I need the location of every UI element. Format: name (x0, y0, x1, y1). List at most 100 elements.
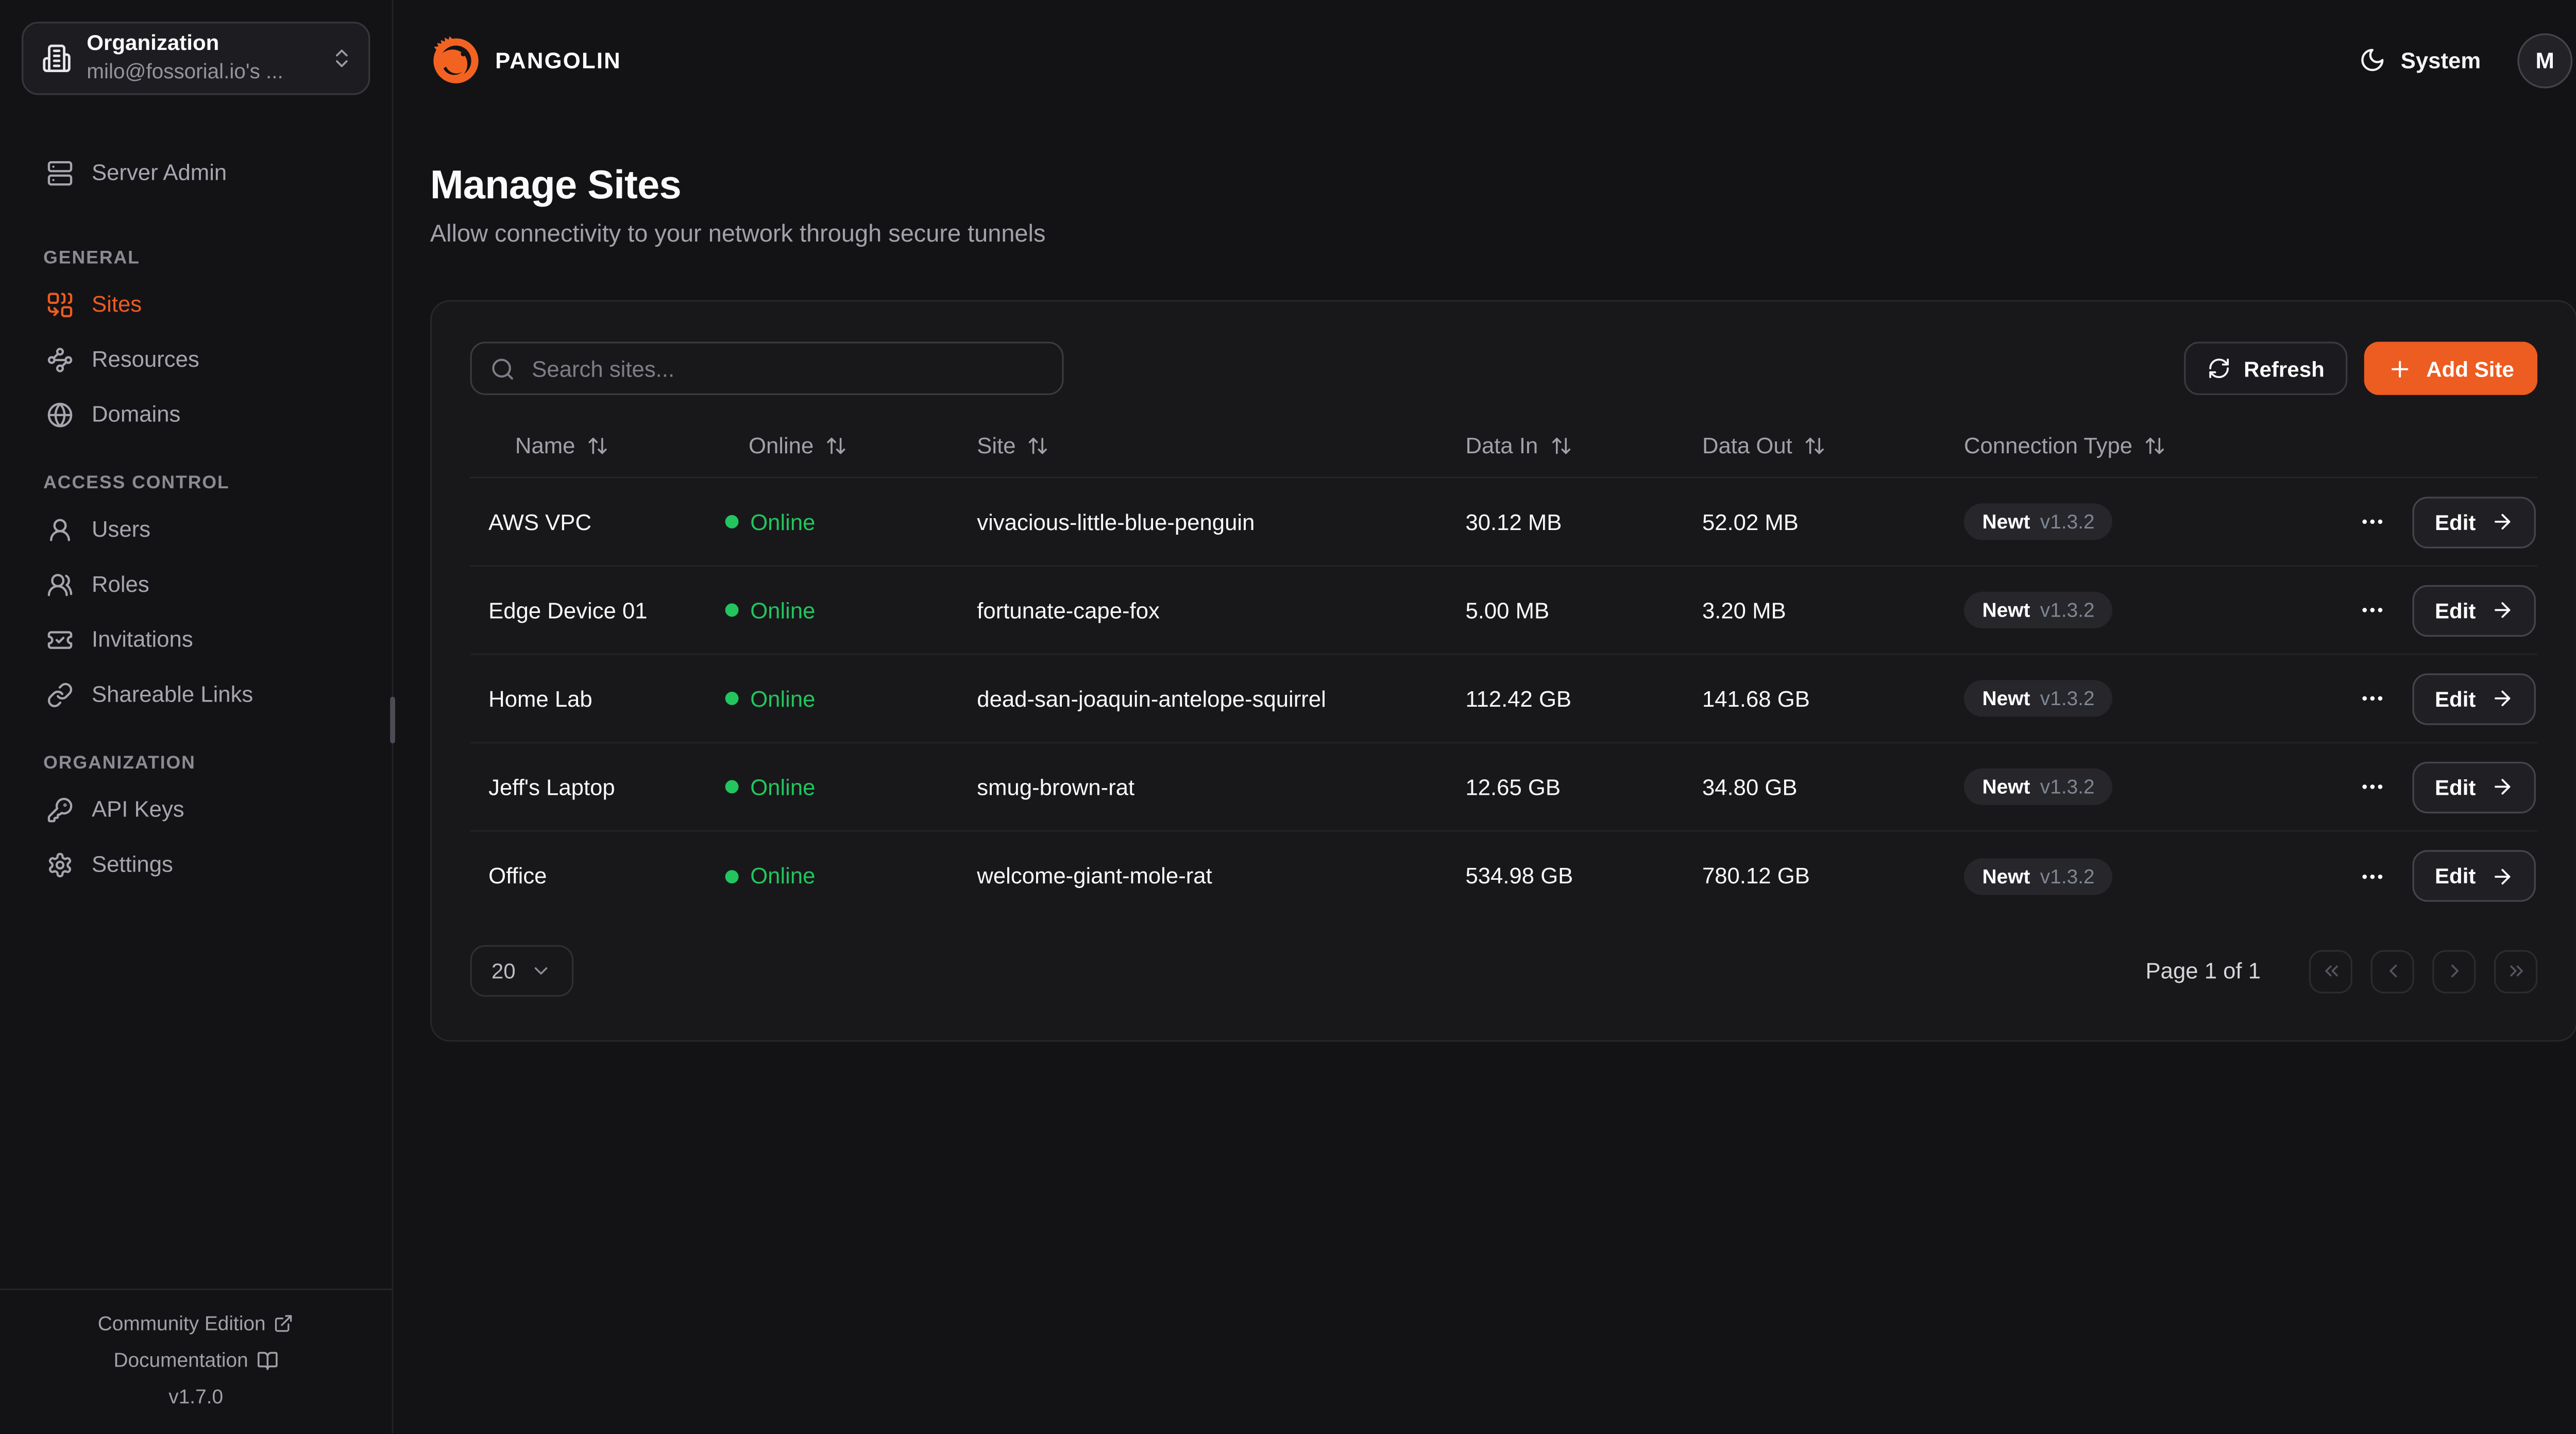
sidebar-item-api-keys[interactable]: API Keys (0, 790, 392, 828)
data-out-cell: 3.20 MB (1679, 598, 1941, 623)
page-size-select[interactable]: 20 (470, 945, 574, 997)
prev-page-button[interactable] (2371, 949, 2414, 993)
sidebar-item-settings[interactable]: Settings (0, 845, 392, 883)
chevrons-up-down-icon (330, 47, 353, 70)
sidebar-item-sites[interactable]: Sites (0, 285, 392, 323)
column-header-connection-type[interactable]: Connection Type (1941, 433, 2271, 458)
table-row: Jeff's LaptopOnlinesmug-brown-rat12.65 G… (470, 743, 2538, 832)
arrow-up-down-icon (1804, 434, 1825, 456)
column-header-site[interactable]: Site (954, 433, 1442, 458)
sidebar-item-roles[interactable]: Roles (0, 565, 392, 603)
edit-button[interactable]: Edit (2413, 761, 2536, 812)
external-link-icon (274, 1313, 294, 1334)
site-id-cell: dead-san-joaquin-antelope-squirrel (954, 686, 1442, 711)
avatar[interactable]: M (2517, 32, 2572, 88)
section-label-general: GENERAL (43, 248, 392, 268)
arrow-up-down-icon (825, 434, 847, 456)
row-menu-button[interactable] (2357, 859, 2390, 893)
table-row: OfficeOnlinewelcome-giant-mole-rat534.98… (470, 832, 2538, 920)
edit-button[interactable]: Edit (2413, 496, 2536, 548)
edit-button[interactable]: Edit (2413, 850, 2536, 901)
sidebar-item-resources[interactable]: Resources (0, 340, 392, 378)
sidebar: Organization milo@fossorial.io's ... Ser… (0, 0, 394, 1433)
connection-type-cell: Newtv1.3.2 (1941, 858, 2271, 894)
sidebar-item-users[interactable]: Users (0, 510, 392, 548)
data-in-cell: 534.98 GB (1442, 863, 1679, 889)
community-edition-link[interactable]: Community Edition (0, 1305, 392, 1342)
waypoints-icon (47, 346, 74, 372)
site-name-cell: Home Lab (470, 686, 725, 711)
row-menu-button[interactable] (2357, 682, 2390, 715)
online-status-dot (725, 603, 739, 617)
chevron-right-icon (2443, 960, 2465, 982)
add-site-button[interactable]: Add Site (2365, 342, 2538, 395)
sidebar-nav: Server Admin GENERAL Sites Resources Domain… (0, 117, 392, 900)
ellipsis-icon (2360, 596, 2386, 623)
online-status-cell: Online (725, 509, 954, 535)
search-input[interactable] (529, 354, 1044, 383)
data-in-cell: 12.65 GB (1442, 774, 1679, 799)
page-title: Manage Sites (430, 163, 2576, 210)
version-label: v1.7.0 (0, 1378, 392, 1415)
edit-button[interactable]: Edit (2413, 584, 2536, 636)
connection-type-cell: Newtv1.3.2 (1941, 769, 2271, 805)
pangolin-logo-icon (430, 34, 482, 86)
online-status-cell: Online (725, 774, 954, 799)
edit-button[interactable]: Edit (2413, 673, 2536, 724)
theme-toggle[interactable]: System (2359, 47, 2481, 74)
refresh-button[interactable]: Refresh (2184, 342, 2348, 395)
documentation-link[interactable]: Documentation (0, 1342, 392, 1378)
org-switcher-subtitle: milo@fossorial.io's ... (87, 59, 315, 86)
sidebar-item-server-admin[interactable]: Server Admin (0, 153, 392, 192)
column-header-name[interactable]: Name (470, 433, 725, 458)
ellipsis-icon (2360, 685, 2386, 712)
row-menu-button[interactable] (2357, 593, 2390, 627)
last-page-button[interactable] (2494, 949, 2537, 993)
column-header-data-out[interactable]: Data Out (1679, 433, 1941, 458)
section-label-organization: ORGANIZATION (43, 754, 392, 774)
column-header-online[interactable]: Online (725, 433, 954, 458)
connection-type-badge: Newtv1.3.2 (1964, 503, 2113, 540)
link-icon (47, 681, 74, 708)
sidebar-item-label: Server Admin (92, 160, 227, 185)
sidebar-item-shareable-links[interactable]: Shareable Links (0, 675, 392, 713)
data-out-cell: 52.02 MB (1679, 509, 1941, 535)
settings-icon (47, 851, 74, 878)
table-row: Home LabOnlinedead-san-joaquin-antelope-… (470, 655, 2538, 744)
main-area: PANGOLIN System M Manage Sites Allow con… (394, 0, 2576, 1433)
connection-type-badge: Newtv1.3.2 (1964, 680, 2113, 716)
page-indicator: Page 1 of 1 (2146, 959, 2261, 984)
sidebar-item-invitations[interactable]: Invitations (0, 620, 392, 658)
sidebar-footer: Community Edition Documentation v1.7.0 (0, 1288, 392, 1433)
online-status-dot (725, 515, 739, 528)
sidebar-item-domains[interactable]: Domains (0, 395, 392, 433)
connection-type-badge: Newtv1.3.2 (1964, 858, 2113, 894)
site-name-cell: Jeff's Laptop (470, 774, 725, 799)
arrow-right-icon (2491, 687, 2514, 710)
section-label-access-control: ACCESS CONTROL (43, 473, 392, 493)
chevron-down-icon (531, 960, 552, 982)
site-id-cell: smug-brown-rat (954, 774, 1442, 799)
sidebar-resize-handle[interactable] (390, 697, 395, 744)
arrow-up-down-icon (1027, 434, 1049, 456)
ellipsis-icon (2360, 863, 2386, 890)
next-page-button[interactable] (2432, 949, 2476, 993)
site-id-cell: fortunate-cape-fox (954, 598, 1442, 623)
column-header-data-in[interactable]: Data In (1442, 433, 1679, 458)
connection-type-cell: Newtv1.3.2 (1941, 592, 2271, 628)
chevrons-left-icon (2320, 960, 2342, 982)
connection-type-badge: Newtv1.3.2 (1964, 769, 2113, 805)
building-icon (42, 43, 72, 73)
table-row: AWS VPCOnlinevivacious-little-blue-pengu… (470, 479, 2538, 567)
user-round-icon (47, 516, 74, 543)
server-icon (47, 159, 74, 186)
first-page-button[interactable] (2309, 949, 2352, 993)
site-name-cell: Edge Device 01 (470, 598, 725, 623)
online-status-cell: Online (725, 598, 954, 623)
app-root: Organization milo@fossorial.io's ... Ser… (0, 0, 2576, 1433)
row-menu-button[interactable] (2357, 505, 2390, 539)
table-row: Edge Device 01Onlinefortunate-cape-fox5.… (470, 567, 2538, 655)
row-menu-button[interactable] (2357, 770, 2390, 804)
site-id-cell: welcome-giant-mole-rat (954, 863, 1442, 889)
org-switcher[interactable]: Organization milo@fossorial.io's ... (22, 22, 370, 95)
